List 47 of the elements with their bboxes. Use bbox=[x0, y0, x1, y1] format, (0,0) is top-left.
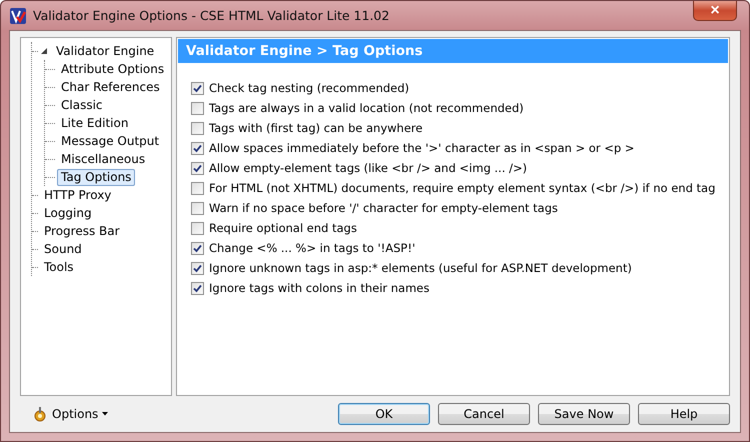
checkbox[interactable] bbox=[191, 182, 204, 194]
tree-item[interactable]: Tools bbox=[40, 258, 78, 276]
option-label: Allow spaces immediately before the '>' character as in <span > or <p > bbox=[209, 141, 634, 155]
option-label: Check tag nesting (recommended) bbox=[209, 81, 410, 95]
tree-item[interactable]: Sound bbox=[40, 240, 86, 258]
tree-item[interactable]: Lite Edition bbox=[57, 114, 132, 132]
tree-item[interactable]: HTTP Proxy bbox=[40, 186, 116, 204]
checkbox[interactable] bbox=[191, 262, 204, 274]
dialog-button[interactable]: Save Now bbox=[538, 403, 630, 425]
app-icon bbox=[9, 6, 27, 24]
tree-item[interactable]: Classic bbox=[57, 96, 107, 114]
tree-item[interactable]: Logging bbox=[40, 204, 96, 222]
option-label: Ignore tags with colons in their names bbox=[209, 281, 430, 295]
option-label: Require optional end tags bbox=[209, 221, 357, 235]
option-label: Tags with (first tag) can be anywhere bbox=[209, 121, 423, 135]
window-title: Validator Engine Options - CSE HTML Validator Lite 11.02 bbox=[33, 8, 390, 23]
tree-item[interactable]: Progress Bar bbox=[40, 222, 124, 240]
checkbox[interactable] bbox=[191, 142, 204, 154]
close-button[interactable]: × bbox=[693, 1, 737, 21]
checkbox[interactable] bbox=[191, 102, 204, 114]
option-label: Tags are always in a valid location (not recommended) bbox=[209, 101, 524, 115]
checkbox[interactable] bbox=[191, 242, 204, 254]
checkbox[interactable] bbox=[191, 162, 204, 174]
checkbox[interactable] bbox=[191, 122, 204, 134]
gear-icon bbox=[32, 406, 48, 422]
option-label: Change <% ... %> in tags to '!ASP!' bbox=[209, 241, 416, 255]
tree-item[interactable]: Char References bbox=[57, 78, 164, 96]
checkbox[interactable] bbox=[191, 202, 204, 214]
expanded-icon[interactable] bbox=[40, 47, 48, 55]
dialog-button[interactable]: Help bbox=[638, 403, 730, 425]
options-menu-button[interactable]: Options bbox=[30, 404, 110, 424]
tree-item[interactable]: Message Output bbox=[57, 132, 164, 150]
tree-item[interactable]: Miscellaneous bbox=[57, 150, 150, 168]
tree-item[interactable]: Validator Engine bbox=[52, 42, 158, 60]
option-label: For HTML (not XHTML) documents, require empty element syntax (<br />) if no end tag bbox=[209, 181, 716, 195]
checkbox[interactable] bbox=[191, 82, 204, 94]
option-label: Ignore unknown tags in asp:* elements (useful for ASP.NET development) bbox=[209, 261, 632, 275]
panel-title: Validator Engine > Tag Options bbox=[178, 39, 728, 63]
tree-item[interactable]: Attribute Options bbox=[57, 60, 168, 78]
option-label: Warn if no space before '/' character for empty-element tags bbox=[209, 201, 558, 215]
caret-icon bbox=[102, 412, 108, 416]
dialog-button[interactable]: Cancel bbox=[438, 403, 530, 425]
checkbox[interactable] bbox=[191, 222, 204, 234]
checkbox[interactable] bbox=[191, 282, 204, 294]
tree-item[interactable]: Tag Options bbox=[57, 168, 136, 186]
dialog-button[interactable]: OK bbox=[338, 403, 430, 425]
option-label: Allow empty-element tags (like <br /> and <img ... />) bbox=[209, 161, 528, 175]
